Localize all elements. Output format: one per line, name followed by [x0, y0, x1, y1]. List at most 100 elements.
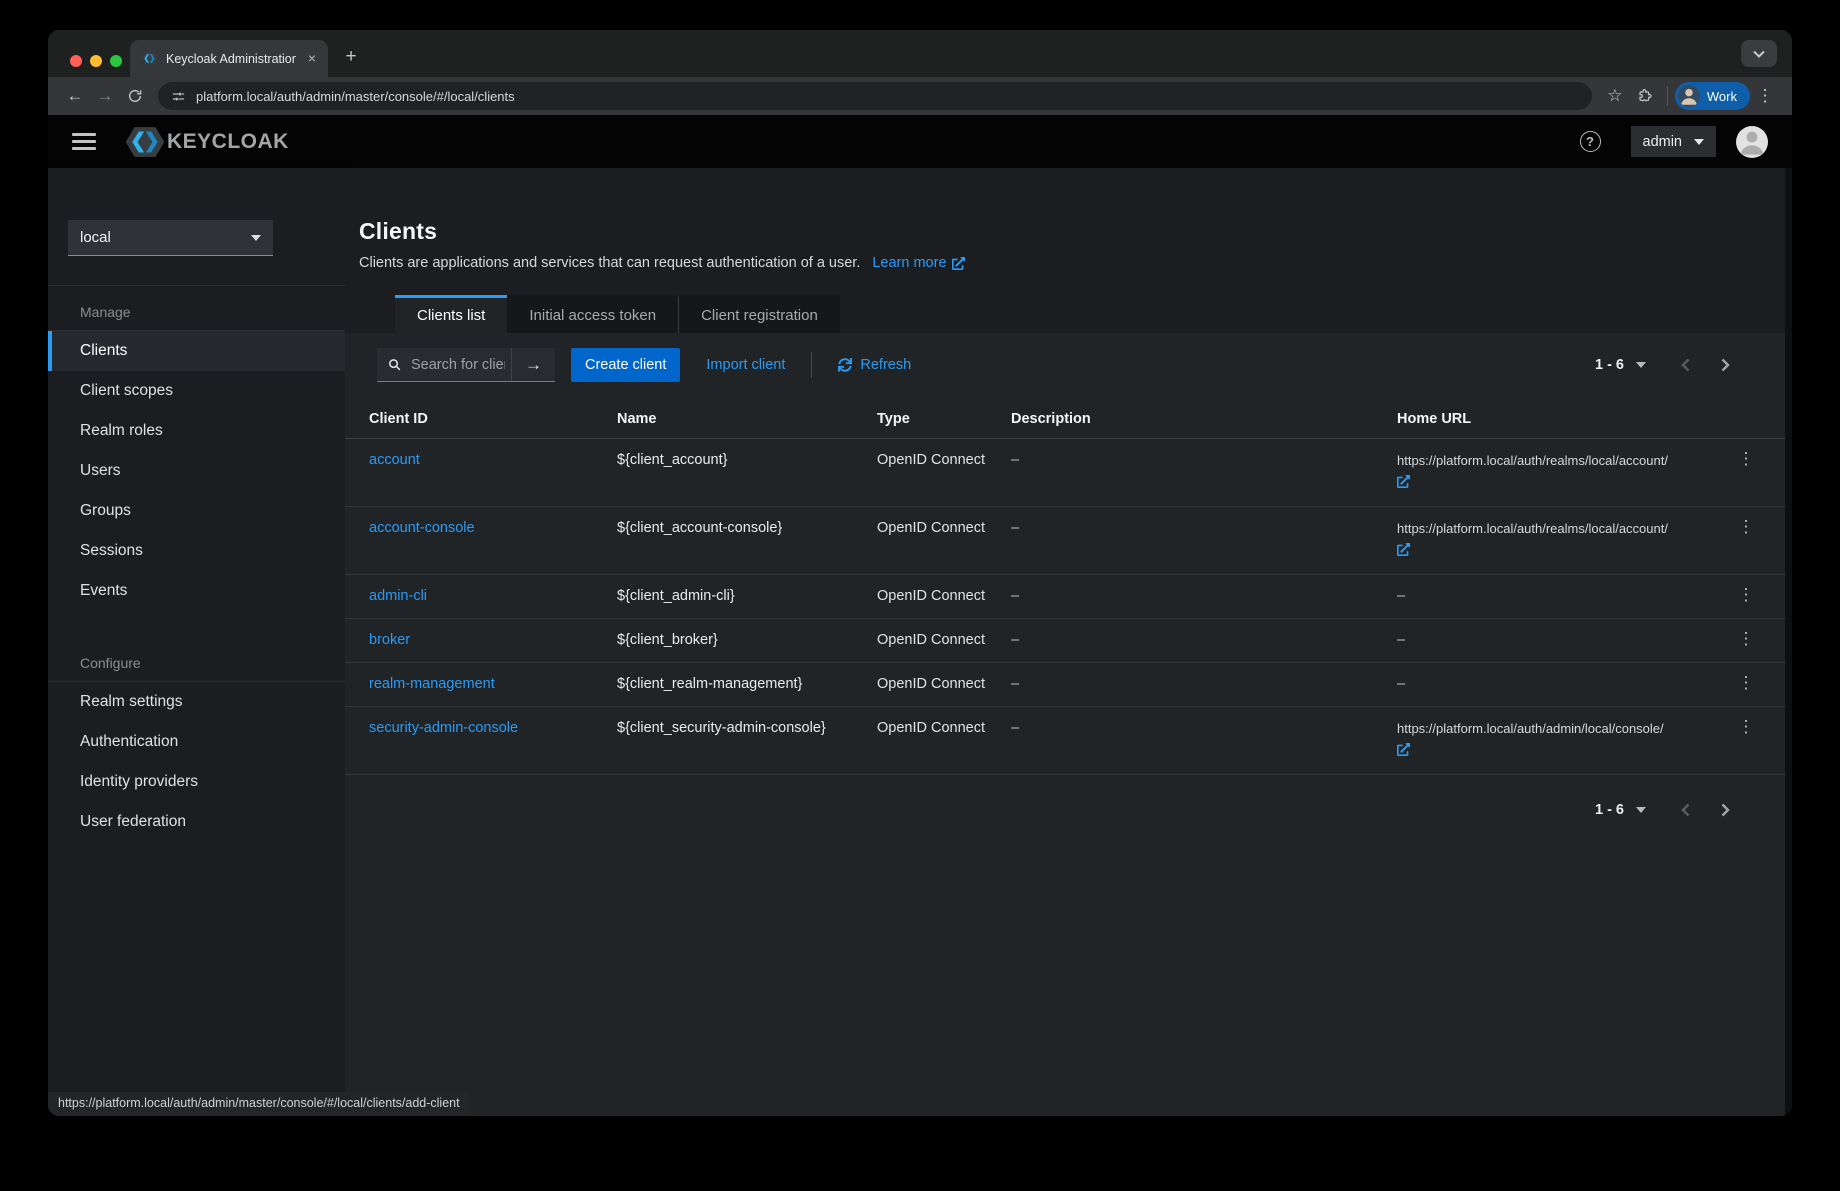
brand-text: KEYCLOAK — [167, 130, 289, 154]
name-cell: ${client_security-admin-console} — [617, 718, 877, 739]
client-id-link[interactable]: account-console — [369, 520, 475, 536]
tab-close-icon[interactable]: × — [304, 51, 320, 67]
hamburger-menu-icon[interactable] — [72, 133, 96, 150]
user-avatar[interactable] — [1736, 126, 1768, 158]
table-row: security-admin-console ${client_security-… — [345, 707, 1785, 775]
row-actions-kebab-icon[interactable]: ⋮ — [1734, 630, 1758, 648]
next-page-chevron-icon[interactable] — [1712, 803, 1738, 817]
row-actions-kebab-icon[interactable]: ⋮ — [1734, 718, 1758, 736]
keycloak-logo — [124, 124, 166, 160]
sidebar-item-realm-settings[interactable]: Realm settings — [48, 682, 345, 722]
name-cell: ${client_admin-cli} — [617, 586, 877, 607]
browser-menu-kebab-icon[interactable]: ⋮ — [1750, 81, 1780, 111]
nav-section-title: Manage — [48, 286, 345, 330]
sidebar-item-realm-roles[interactable]: Realm roles — [48, 411, 345, 451]
browser-profile-button[interactable]: Work — [1675, 82, 1750, 110]
client-id-link[interactable]: realm-management — [369, 676, 495, 692]
site-settings-icon[interactable] — [171, 89, 186, 104]
reload-icon[interactable] — [120, 81, 150, 111]
client-id-link[interactable]: security-admin-console — [369, 720, 518, 736]
pagination-caret-icon[interactable] — [1636, 362, 1646, 368]
minimize-window-button[interactable] — [90, 55, 102, 67]
page-title: Clients — [359, 218, 1761, 245]
help-icon[interactable]: ? — [1580, 131, 1601, 152]
pagination-caret-icon[interactable] — [1636, 807, 1646, 813]
pagination-range: 1 - 6 — [1595, 357, 1624, 373]
row-actions-kebab-icon[interactable]: ⋮ — [1734, 450, 1758, 468]
caret-down-icon — [1636, 362, 1646, 368]
home-url-link[interactable]: https://platform.local/auth/admin/local/… — [1397, 718, 1694, 760]
scrollbar-track[interactable] — [1785, 168, 1792, 1116]
tab-initial-access-token[interactable]: Initial access token — [507, 295, 678, 333]
client-id-link[interactable]: admin-cli — [369, 588, 427, 604]
browser-tab-title: Keycloak Administration UI — [166, 52, 296, 66]
user-dropdown[interactable]: admin — [1631, 126, 1717, 157]
sidebar-item-users[interactable]: Users — [48, 451, 345, 491]
keycloak-brand[interactable]: KEYCLOAK — [124, 124, 289, 160]
home-url-cell: – — [1397, 674, 1694, 695]
client-id-cell: account-console — [369, 518, 617, 539]
type-cell: OpenID Connect — [877, 630, 1011, 651]
refresh-link[interactable]: Refresh — [838, 357, 911, 373]
tab-search-chevron-icon[interactable] — [1741, 40, 1777, 67]
home-url-link[interactable]: https://platform.local/auth/realms/local… — [1397, 518, 1694, 560]
person-icon — [1736, 126, 1768, 158]
browser-tab-strip: Keycloak Administration UI × + — [48, 30, 1792, 77]
caret-down-icon — [251, 235, 261, 241]
zoom-window-button[interactable] — [110, 55, 122, 67]
row-actions-kebab-icon[interactable]: ⋮ — [1734, 674, 1758, 692]
name-cell: ${client_realm-management} — [617, 674, 877, 695]
address-bar[interactable]: platform.local/auth/admin/master/console… — [158, 82, 1592, 110]
user-name: admin — [1643, 134, 1683, 150]
sidebar-item-client-scopes[interactable]: Client scopes — [48, 371, 345, 411]
client-id-cell: security-admin-console — [369, 718, 617, 739]
close-window-button[interactable] — [70, 55, 82, 67]
create-client-button[interactable]: Create client — [571, 348, 680, 382]
prev-page-chevron-icon[interactable] — [1672, 803, 1698, 817]
extensions-icon[interactable] — [1630, 81, 1660, 111]
column-header-description: Description — [1011, 411, 1397, 427]
browser-toolbar: ← → platform.local/auth/admin/master/con… — [48, 77, 1792, 115]
realm-selector[interactable]: local — [68, 220, 273, 256]
browser-tab[interactable]: Keycloak Administration UI × — [130, 40, 328, 77]
bookmark-star-icon[interactable]: ☆ — [1600, 81, 1630, 111]
external-link-icon — [1397, 475, 1410, 488]
divider — [811, 352, 812, 378]
sidebar-item-user-federation[interactable]: User federation — [48, 802, 345, 842]
caret-down-icon — [1694, 139, 1704, 145]
sidebar-nav: ManageClientsClient scopesRealm rolesUse… — [48, 286, 345, 842]
client-id-link[interactable]: broker — [369, 632, 410, 648]
main-content: Clients Clients are applications and ser… — [345, 168, 1785, 1116]
sidebar-item-sessions[interactable]: Sessions — [48, 531, 345, 571]
row-actions-kebab-icon[interactable]: ⋮ — [1734, 518, 1758, 536]
keycloak-logo-icon — [141, 51, 158, 66]
name-cell: ${client_account-console} — [617, 518, 877, 539]
search-submit-arrow-icon[interactable]: → — [511, 348, 555, 381]
sidebar-item-identity-providers[interactable]: Identity providers — [48, 762, 345, 802]
row-actions-kebab-icon[interactable]: ⋮ — [1734, 586, 1758, 604]
home-url-link[interactable]: https://platform.local/auth/realms/local… — [1397, 450, 1694, 492]
client-id-cell: broker — [369, 630, 617, 651]
external-link-icon — [1397, 543, 1410, 556]
search-icon — [387, 357, 402, 377]
next-page-chevron-icon[interactable] — [1712, 358, 1738, 372]
tab-clients-list[interactable]: Clients list — [395, 295, 507, 333]
forward-icon[interactable]: → — [90, 81, 120, 111]
column-header-name: Name — [617, 411, 877, 427]
new-tab-button[interactable]: + — [336, 42, 366, 72]
learn-more-link[interactable]: Learn more — [872, 255, 964, 271]
description-cell: – — [1011, 586, 1397, 607]
prev-page-chevron-icon[interactable] — [1672, 358, 1698, 372]
name-cell: ${client_account} — [617, 450, 877, 471]
home-url-cell: https://platform.local/auth/realms/local… — [1397, 450, 1694, 495]
sidebar-item-authentication[interactable]: Authentication — [48, 722, 345, 762]
page-description: Clients are applications and services th… — [359, 255, 860, 271]
tab-client-registration[interactable]: Client registration — [678, 295, 840, 333]
sidebar-item-groups[interactable]: Groups — [48, 491, 345, 531]
import-client-link[interactable]: Import client — [706, 357, 785, 373]
client-id-link[interactable]: account — [369, 452, 420, 468]
table-row: realm-management ${client_realm-managemen… — [345, 663, 1785, 707]
sidebar-item-clients[interactable]: Clients — [48, 331, 345, 371]
sidebar-item-events[interactable]: Events — [48, 571, 345, 611]
back-icon[interactable]: ← — [60, 81, 90, 111]
